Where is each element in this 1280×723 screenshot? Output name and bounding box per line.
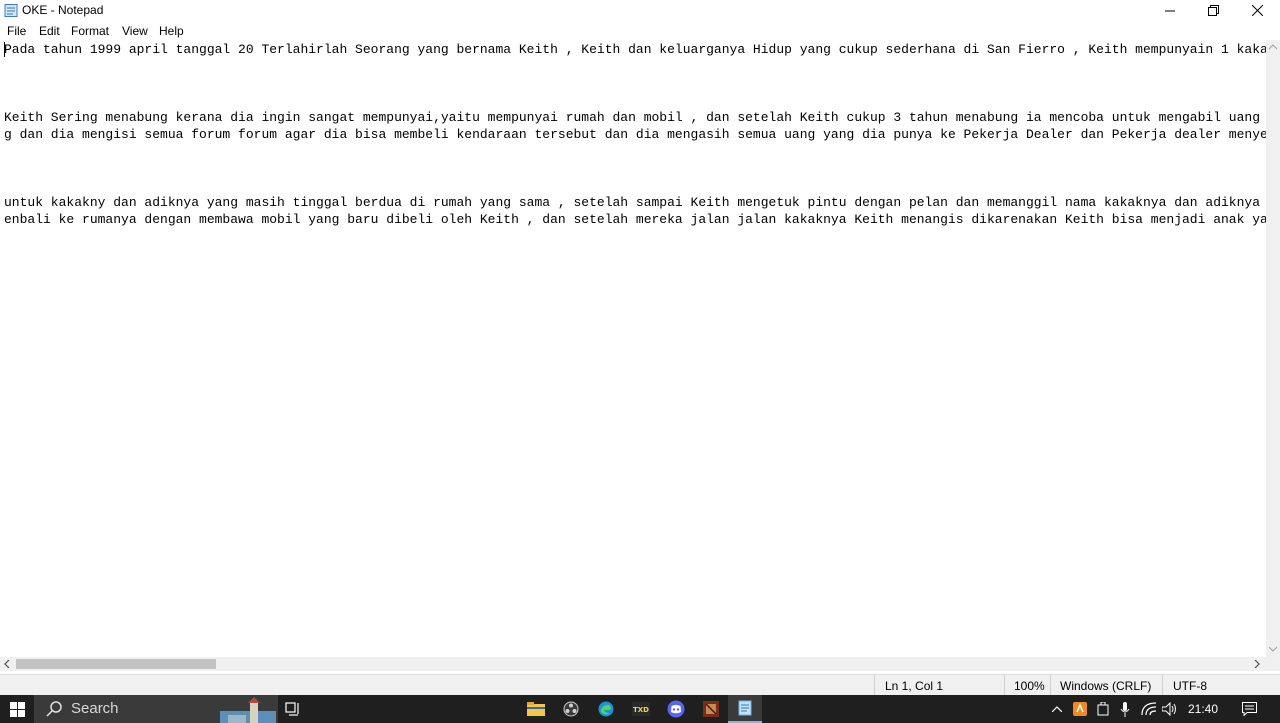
notification-icon <box>1241 702 1257 716</box>
menu-edit[interactable]: Edit <box>39 24 60 38</box>
menu-view[interactable]: View <box>122 24 148 38</box>
scrollbar-corner <box>1266 657 1280 671</box>
task-view-icon <box>285 702 299 716</box>
taskbar-file-explorer[interactable] <box>519 695 553 723</box>
tray-app-orange[interactable] <box>1071 695 1089 723</box>
windows-logo-icon <box>9 701 25 717</box>
text-line: g dan dia mengisi semua forum forum agar… <box>4 127 1266 142</box>
close-icon <box>1251 5 1263 16</box>
text-caret <box>4 42 5 57</box>
menu-help[interactable]: Help <box>159 24 184 38</box>
svg-text:TXD: TXD <box>633 706 649 714</box>
status-divider <box>1004 675 1005 696</box>
status-position: Ln 1, Col 1 <box>885 679 944 693</box>
status-line-ending: Windows (CRLF) <box>1060 679 1152 693</box>
status-divider <box>874 675 875 696</box>
taskbar-search-box[interactable]: Search <box>34 695 278 723</box>
horizontal-scrollbar[interactable] <box>0 657 1266 671</box>
menu-bar: File Edit Format View Help <box>0 21 1280 40</box>
minimize-icon <box>1165 10 1175 11</box>
scroll-down-icon[interactable] <box>1269 646 1277 652</box>
close-button[interactable] <box>1235 0 1279 21</box>
notepad-window: OKE - Notepad File Edit Format View Help… <box>0 0 1280 696</box>
search-highlight-image-icon <box>220 697 276 723</box>
restore-icon <box>1207 5 1219 16</box>
wifi-icon <box>1141 702 1157 716</box>
status-bar: Ln 1, Col 1 100% Windows (CRLF) UTF-8 <box>0 674 1280 696</box>
volume-icon <box>1162 702 1176 716</box>
txd-icon: TXD <box>632 702 650 716</box>
tray-network-device[interactable] <box>1094 695 1112 723</box>
horizontal-scroll-thumb[interactable] <box>16 659 216 669</box>
taskbar-game[interactable] <box>694 695 728 723</box>
discord-icon <box>667 700 685 718</box>
tray-wifi[interactable] <box>1139 695 1159 723</box>
show-hidden-icons-button[interactable] <box>1048 695 1066 723</box>
task-view-button[interactable] <box>276 695 310 723</box>
window-title: OKE - Notepad <box>22 3 104 17</box>
scroll-up-icon[interactable] <box>1269 44 1277 50</box>
tray-orange-app-icon <box>1073 702 1087 716</box>
taskbar-txd-workshop[interactable]: TXD <box>624 695 658 723</box>
action-center-button[interactable] <box>1238 695 1260 723</box>
chevron-up-icon <box>1052 706 1062 712</box>
taskbar: Search TXD 21:40 <box>0 695 1280 723</box>
minimize-button[interactable] <box>1148 0 1192 21</box>
device-icon <box>1097 702 1109 716</box>
notepad-icon <box>738 700 752 716</box>
taskbar-clock[interactable]: 21:40 <box>1188 702 1218 716</box>
scroll-left-icon[interactable] <box>4 660 10 668</box>
scroll-right-icon[interactable] <box>1254 660 1260 668</box>
vertical-scrollbar[interactable] <box>1266 40 1280 657</box>
search-icon <box>46 701 62 717</box>
status-divider <box>1162 675 1163 696</box>
taskbar-notepad[interactable] <box>728 695 762 723</box>
menu-format[interactable]: Format <box>71 24 109 38</box>
obs-icon <box>563 701 579 717</box>
text-line: enbali ke rumanya dengan membawa mobil y… <box>4 212 1266 227</box>
tray-microphone[interactable] <box>1116 695 1134 723</box>
maximize-button[interactable] <box>1191 0 1235 21</box>
status-zoom: 100% <box>1014 679 1045 693</box>
edge-browser-icon <box>598 701 614 717</box>
menu-file[interactable]: File <box>7 24 26 38</box>
start-button[interactable] <box>0 695 34 723</box>
status-divider <box>1050 675 1051 696</box>
tray-volume[interactable] <box>1161 695 1179 723</box>
taskbar-discord[interactable] <box>659 695 693 723</box>
status-encoding: UTF-8 <box>1173 679 1207 693</box>
title-bar[interactable]: OKE - Notepad <box>0 0 1280 21</box>
text-line: Pada tahun 1999 april tanggal 20 Terlahi… <box>4 42 1266 57</box>
taskbar-edge[interactable] <box>589 695 623 723</box>
text-editor[interactable]: Pada tahun 1999 april tanggal 20 Terlahi… <box>0 40 1266 657</box>
taskbar-obs[interactable] <box>554 695 588 723</box>
text-line: untuk kakakny dan adiknya yang masih tin… <box>4 195 1266 210</box>
text-line: Keith Sering menabung kerana dia ingin s… <box>4 110 1266 125</box>
notepad-app-icon <box>4 4 18 17</box>
microphone-icon <box>1120 701 1130 717</box>
game-app-icon <box>703 701 719 717</box>
search-label: Search <box>71 700 119 717</box>
folder-icon <box>527 702 545 716</box>
